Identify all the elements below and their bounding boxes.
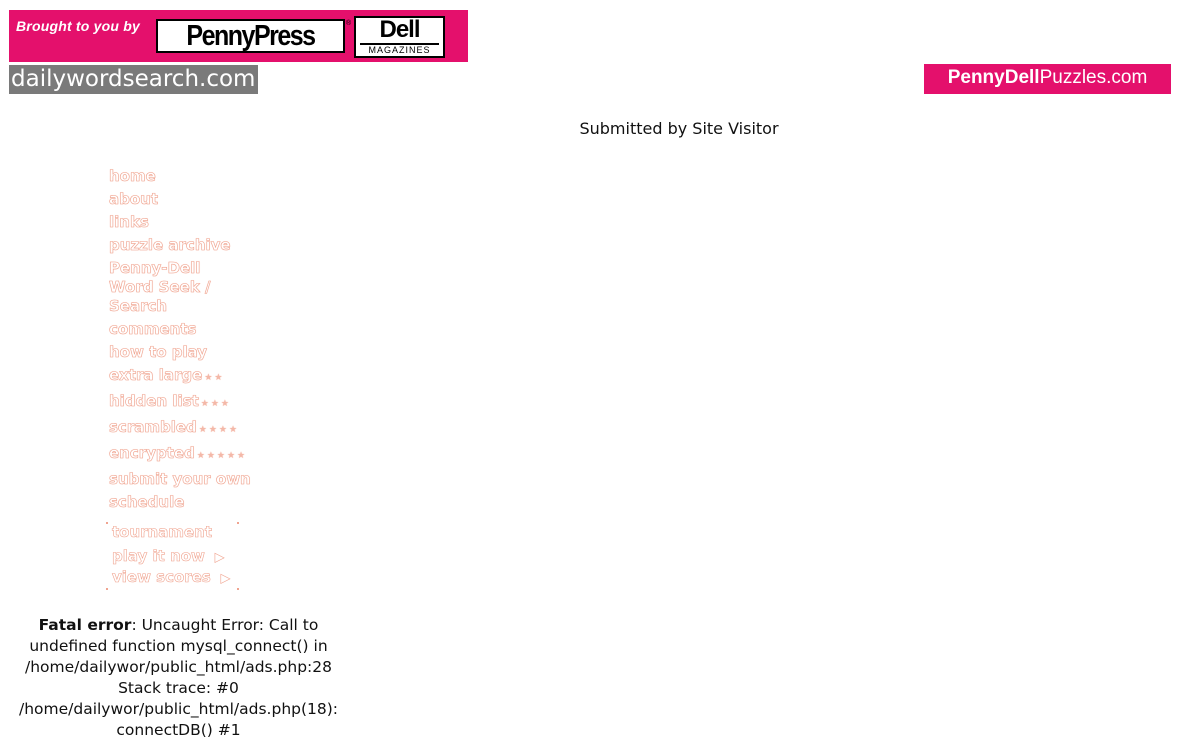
- tournament-box: tournament play it now ▶ view scores ▶: [106, 520, 242, 592]
- view-scores-link[interactable]: view scores ▶: [112, 566, 231, 589]
- nav-extra-large-link[interactable]: extra large ★★: [109, 364, 249, 390]
- dell-magazines-logo: Dell MAGAZINES: [354, 16, 445, 58]
- nav-comments-link[interactable]: comments: [109, 318, 249, 341]
- corner-dot: [237, 588, 239, 590]
- nav-submit-your-own-link[interactable]: submit your own: [109, 468, 251, 491]
- pennydell-text: PennyDell: [947, 67, 1040, 88]
- nav-encrypted-link[interactable]: encrypted ★★★★★: [109, 442, 249, 468]
- dell-magazines-text: MAGAZINES: [360, 43, 439, 56]
- nav-about-link[interactable]: about: [109, 188, 249, 211]
- pennydellpuzzles-logo[interactable]: PennyDellPuzzles.com: [924, 64, 1171, 94]
- nav-home-link[interactable]: home: [109, 165, 249, 188]
- submitted-by-text: Submitted by Site Visitor: [579, 119, 779, 138]
- nav-scrambled-link[interactable]: scrambled ★★★★: [109, 416, 249, 442]
- sidebar-nav: home about links puzzle archive Penny-De…: [109, 165, 251, 514]
- sponsor-banner[interactable]: Brought to you by PennyPress ® Dell MAGA…: [9, 10, 468, 62]
- nav-scrambled-label: scrambled: [109, 418, 197, 437]
- dell-logo-text: Dell: [379, 16, 420, 43]
- view-scores-label: view scores: [112, 568, 211, 587]
- nav-puzzle-archive-link[interactable]: puzzle archive: [109, 234, 249, 257]
- puzzles-com-text: Puzzles.com: [1039, 67, 1148, 88]
- corner-dot: [106, 588, 108, 590]
- registered-mark: ®: [346, 20, 352, 27]
- difficulty-stars-icon: ★★★★★: [196, 451, 248, 461]
- play-it-now-link[interactable]: play it now ▶: [112, 545, 225, 568]
- pennypress-logo: PennyPress: [156, 19, 345, 53]
- fatal-error-text: : Uncaught Error: Call to undefined func…: [18, 616, 339, 739]
- nav-hidden-list-link[interactable]: hidden list ★★★: [109, 390, 249, 416]
- play-arrow-icon: ▶: [220, 571, 231, 586]
- pennypress-logo-text: PennyPress: [186, 19, 316, 52]
- nav-hidden-list-label: hidden list: [109, 392, 199, 411]
- brought-to-you-by-text: Brought to you by: [16, 18, 140, 34]
- difficulty-stars-icon: ★★: [204, 373, 225, 383]
- site-logo[interactable]: dailywordsearch.com: [9, 65, 258, 94]
- corner-dot: [106, 522, 108, 524]
- nav-how-to-play-link[interactable]: how to play: [109, 341, 249, 364]
- corner-dot: [237, 522, 239, 524]
- play-arrow-icon: ▶: [214, 550, 225, 565]
- nav-extra-large-label: extra large: [109, 366, 203, 385]
- fatal-error-message: Fatal error: Uncaught Error: Call to und…: [10, 615, 347, 740]
- difficulty-stars-icon: ★★★★: [198, 425, 240, 435]
- play-it-now-label: play it now: [112, 547, 206, 566]
- tournament-title: tournament: [112, 523, 213, 542]
- difficulty-stars-icon: ★★★: [200, 399, 231, 409]
- fatal-error-label: Fatal error: [38, 616, 132, 634]
- nav-penny-dell-link[interactable]: Penny-Dell Word Seek / Search: [109, 259, 249, 316]
- nav-schedule-link[interactable]: schedule: [109, 491, 249, 514]
- nav-links-link[interactable]: links: [109, 211, 249, 234]
- nav-encrypted-label: encrypted: [109, 444, 195, 463]
